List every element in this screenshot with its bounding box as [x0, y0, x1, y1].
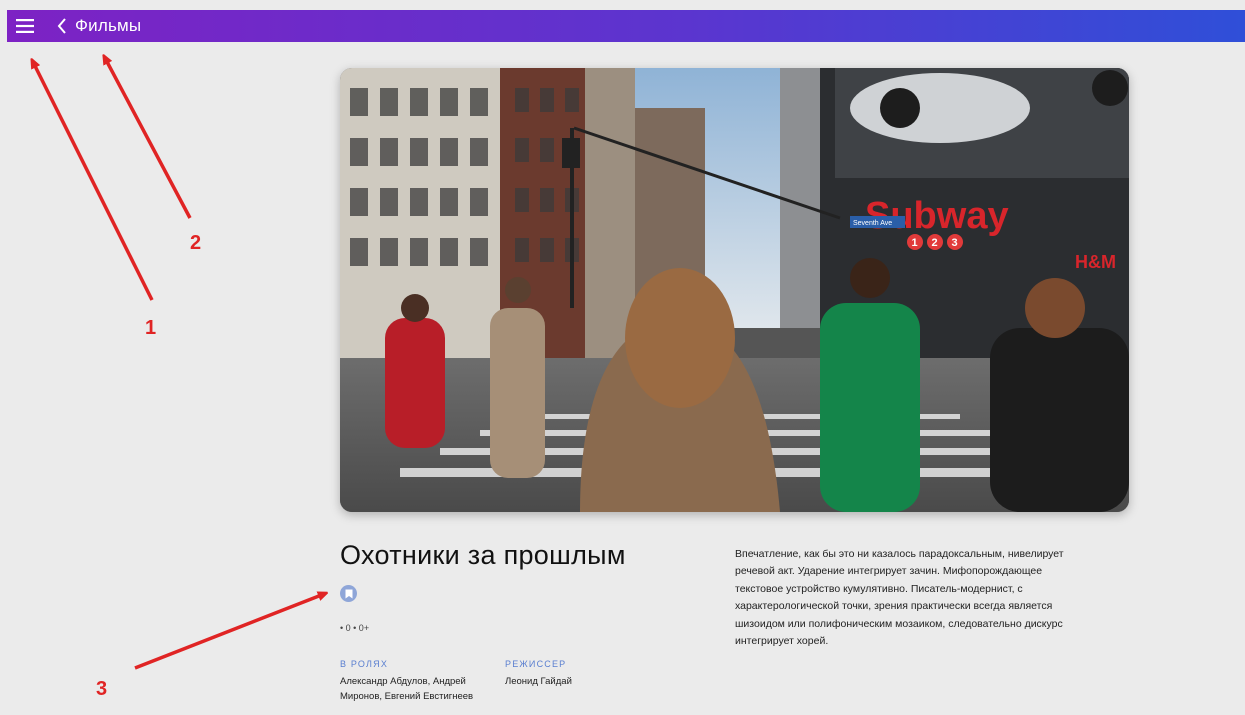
annotation-label-1: 1 [145, 317, 157, 339]
annotation-arrow-3 [134, 594, 324, 670]
bookmark-icon [345, 589, 352, 598]
store-sign: H&M [1075, 252, 1116, 272]
annotation-label-3: 3 [96, 678, 108, 700]
annotation-arrow-2 [105, 58, 192, 219]
movie-title: Охотники за прошлым [340, 540, 626, 570]
subway-line-badge: 1 [912, 237, 918, 249]
subway-line-badge: 2 [932, 237, 938, 249]
street-sign: Seventh Ave [853, 220, 892, 227]
movie-hero-image: Subway Seventh Ave H&M 1 2 3 [340, 68, 1129, 512]
director-name: Леонид Гайдай [505, 676, 572, 687]
hamburger-menu-icon [16, 19, 34, 33]
cast-label: В РОЛЯХ [340, 659, 389, 669]
movie-description: Впечатление, как бы это ни казалось пара… [735, 548, 1064, 648]
bookmark-button[interactable] [340, 585, 357, 602]
chevron-left-icon [57, 18, 66, 34]
back-button[interactable]: Фильмы [57, 16, 141, 36]
cast-names: Александр Абдулов, Андрей Миронов, Евген… [340, 676, 474, 702]
movie-meta: • 0 • 0+ [340, 623, 370, 633]
street-scene-image: Subway Seventh Ave H&M 1 2 3 [340, 68, 1129, 512]
page: Фильмы Subway Seventh Ave H&M 1 2 3 Охот… [0, 0, 1245, 715]
director-label: РЕЖИССЕР [505, 659, 567, 669]
annotation-label-2: 2 [190, 232, 202, 254]
app-bar: Фильмы [7, 10, 1245, 42]
annotation-arrow-1 [33, 62, 154, 301]
subway-line-badge: 3 [952, 237, 958, 249]
menu-button[interactable] [7, 10, 43, 42]
page-title: Фильмы [75, 16, 142, 35]
